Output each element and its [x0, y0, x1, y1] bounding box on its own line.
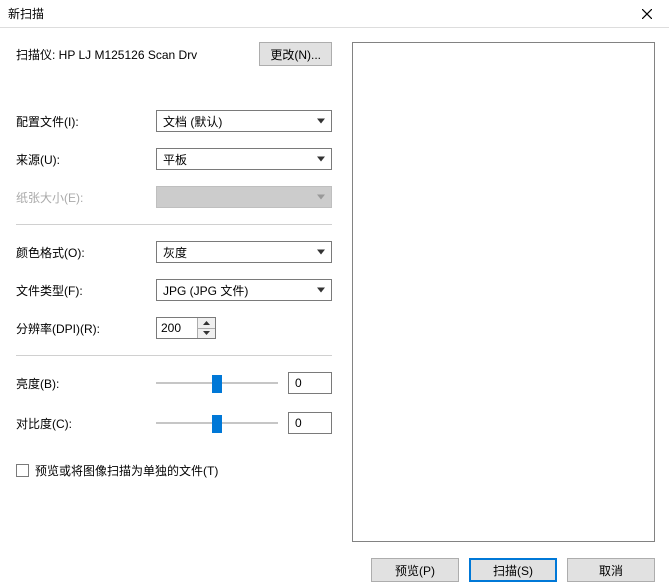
color-format-label: 颜色格式(O):	[16, 244, 156, 261]
scanner-label: 扫描仪: HP LJ M125126 Scan Drv	[16, 46, 197, 63]
profile-label: 配置文件(I):	[16, 113, 156, 130]
preview-button[interactable]: 预览(P)	[371, 558, 459, 582]
separate-files-label: 预览或将图像扫描为单独的文件(T)	[35, 462, 218, 479]
brightness-thumb[interactable]	[212, 375, 222, 393]
window-title: 新扫描	[8, 5, 44, 22]
resolution-down-button[interactable]	[198, 329, 215, 339]
preview-area	[352, 42, 655, 542]
profile-select[interactable]: 文档 (默认)	[156, 110, 332, 132]
settings-panel: 扫描仪: HP LJ M125126 Scan Drv 更改(N)... 配置文…	[0, 28, 348, 558]
scan-button[interactable]: 扫描(S)	[469, 558, 557, 582]
resolution-spinner[interactable]	[156, 317, 216, 339]
close-button[interactable]	[625, 0, 669, 28]
contrast-value[interactable]: 0	[288, 412, 332, 434]
resolution-label: 分辨率(DPI)(R):	[16, 320, 156, 337]
resolution-up-button[interactable]	[198, 318, 215, 329]
contrast-thumb[interactable]	[212, 415, 222, 433]
change-scanner-button[interactable]: 更改(N)...	[259, 42, 332, 66]
color-format-select[interactable]: 灰度	[156, 241, 332, 263]
chevron-up-icon	[203, 321, 210, 325]
title-bar: 新扫描	[0, 0, 669, 28]
resolution-input[interactable]	[157, 318, 197, 338]
file-type-select[interactable]: JPG (JPG 文件)	[156, 279, 332, 301]
source-label: 来源(U):	[16, 151, 156, 168]
close-icon	[642, 9, 652, 19]
divider	[16, 224, 332, 225]
contrast-label: 对比度(C):	[16, 415, 156, 432]
brightness-slider[interactable]	[156, 373, 278, 393]
divider	[16, 355, 332, 356]
cancel-button[interactable]: 取消	[567, 558, 655, 582]
paper-size-label: 纸张大小(E):	[16, 189, 156, 206]
chevron-down-icon	[203, 331, 210, 335]
contrast-slider[interactable]	[156, 413, 278, 433]
file-type-label: 文件类型(F):	[16, 282, 156, 299]
separate-files-checkbox[interactable]	[16, 464, 29, 477]
paper-size-select	[156, 186, 332, 208]
brightness-value[interactable]: 0	[288, 372, 332, 394]
source-select[interactable]: 平板	[156, 148, 332, 170]
brightness-label: 亮度(B):	[16, 375, 156, 392]
button-bar: 预览(P) 扫描(S) 取消	[0, 556, 669, 584]
